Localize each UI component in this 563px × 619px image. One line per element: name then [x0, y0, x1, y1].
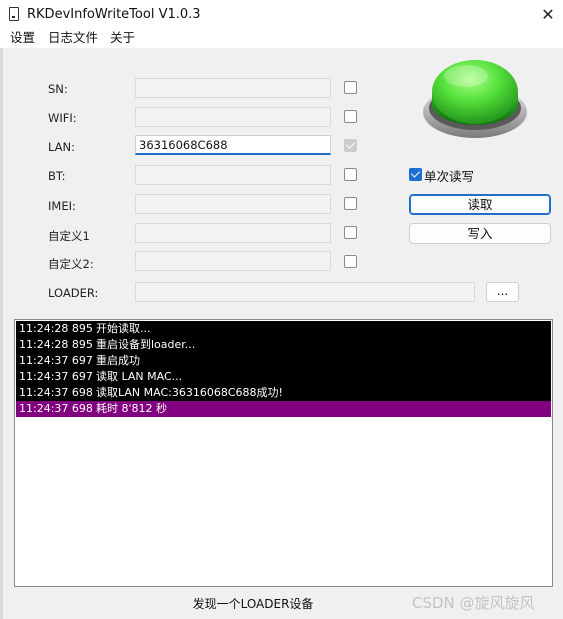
log-panel[interactable]: 11:24:28 895 开始读取... 11:24:28 895 重启设备到l…	[14, 319, 553, 587]
wifi-input[interactable]	[135, 107, 331, 127]
log-message: 重启设备到loader...	[96, 338, 196, 351]
wifi-label: WIFI:	[48, 111, 77, 125]
single-read-write-label[interactable]: 单次读写	[424, 166, 474, 185]
lan-checkbox[interactable]	[344, 139, 357, 152]
custom1-checkbox[interactable]	[344, 226, 357, 239]
log-time: 11:24:37 698	[19, 386, 93, 399]
log-message: 读取LAN MAC:36316068C688成功!	[96, 386, 283, 399]
bt-input[interactable]	[135, 165, 331, 185]
log-time: 11:24:28 895	[19, 322, 93, 335]
bt-checkbox[interactable]	[344, 168, 357, 181]
log-row-highlighted[interactable]: 11:24:37 698 耗时 8'812 秒	[16, 401, 551, 417]
app-window: RKDevInfoWriteTool V1.0.3 ✕ 设置 日志文件 关于 S…	[0, 0, 563, 619]
background-strip	[0, 0, 3, 619]
loader-path-input[interactable]	[135, 282, 475, 302]
write-button[interactable]: 写入	[409, 223, 551, 244]
lan-label: LAN:	[48, 140, 76, 154]
imei-label: IMEI:	[48, 199, 76, 213]
log-row[interactable]: 11:24:28 895 开始读取...	[16, 321, 551, 337]
imei-checkbox[interactable]	[344, 197, 357, 210]
menu-settings[interactable]: 设置	[10, 30, 35, 46]
loader-label: LOADER:	[48, 286, 99, 300]
log-time: 11:24:37 698	[19, 402, 93, 415]
button-gloss-shape	[444, 65, 488, 87]
sn-label: SN:	[48, 82, 68, 96]
menu-log-file[interactable]: 日志文件	[48, 30, 98, 46]
watermark: CSDN @旋风旋风	[412, 594, 535, 612]
custom1-label: 自定义1	[48, 229, 90, 243]
wifi-checkbox[interactable]	[344, 110, 357, 123]
log-row[interactable]: 11:24:37 697 读取 LAN MAC...	[16, 369, 551, 385]
bt-label: BT:	[48, 169, 66, 183]
custom2-input[interactable]	[135, 251, 331, 271]
imei-input[interactable]	[135, 194, 331, 214]
custom1-input[interactable]	[135, 223, 331, 243]
log-message: 读取 LAN MAC...	[96, 370, 183, 383]
log-row[interactable]: 11:24:37 697 重启成功	[16, 353, 551, 369]
single-read-write-checkbox[interactable]	[409, 168, 422, 181]
log-time: 11:24:28 895	[19, 338, 93, 351]
close-button[interactable]: ✕	[535, 3, 561, 27]
read-button[interactable]: 读取	[409, 194, 551, 215]
menu-bar: 设置 日志文件 关于	[0, 30, 563, 48]
green-action-button[interactable]	[420, 52, 530, 144]
lan-input[interactable]	[135, 135, 331, 155]
window-title: RKDevInfoWriteTool V1.0.3	[27, 7, 201, 22]
log-message: 开始读取...	[96, 322, 151, 335]
sn-checkbox[interactable]	[344, 81, 357, 94]
menu-about[interactable]: 关于	[110, 30, 135, 46]
log-time: 11:24:37 697	[19, 370, 93, 383]
sn-input[interactable]	[135, 78, 331, 98]
custom2-checkbox[interactable]	[344, 255, 357, 268]
log-message: 耗时 8'812 秒	[96, 402, 168, 415]
app-icon	[9, 7, 19, 21]
log-message: 重启成功	[96, 354, 140, 367]
log-row[interactable]: 11:24:37 698 读取LAN MAC:36316068C688成功!	[16, 385, 551, 401]
log-row[interactable]: 11:24:28 895 重启设备到loader...	[16, 337, 551, 353]
browse-button[interactable]: ...	[486, 282, 519, 302]
custom2-label: 自定义2:	[48, 257, 94, 271]
title-bar[interactable]: RKDevInfoWriteTool V1.0.3 ✕	[0, 0, 563, 30]
log-time: 11:24:37 697	[19, 354, 93, 367]
